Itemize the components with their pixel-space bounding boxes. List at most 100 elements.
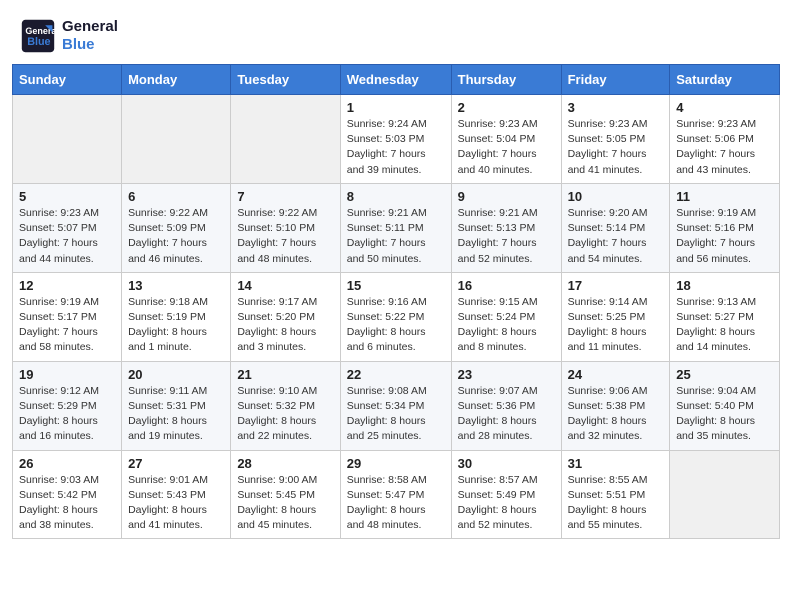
- calendar-wrapper: SundayMondayTuesdayWednesdayThursdayFrid…: [0, 64, 792, 551]
- day-number: 7: [237, 189, 333, 204]
- day-number: 4: [676, 100, 773, 115]
- day-cell: 4 Sunrise: 9:23 AMSunset: 5:06 PMDaylight…: [670, 95, 780, 184]
- day-cell: 29Sunrise: 8:58 AMSunset: 5:47 PMDayligh…: [340, 450, 451, 539]
- day-info: Sunrise: 9:22 AMSunset: 5:10 PMDaylight:…: [237, 206, 333, 267]
- day-header-tuesday: Tuesday: [231, 65, 340, 95]
- day-number: 21: [237, 367, 333, 382]
- day-cell: 15 Sunrise: 9:16 AMSunset: 5:22 PMDayligh…: [340, 272, 451, 361]
- day-cell: 8 Sunrise: 9:21 AMSunset: 5:11 PMDaylight…: [340, 183, 451, 272]
- day-info: Sunrise: 9:04 AMSunset: 5:40 PMDaylight:…: [676, 384, 773, 445]
- day-cell: 1 Sunrise: 9:24 AMSunset: 5:03 PMDaylight…: [340, 95, 451, 184]
- day-header-thursday: Thursday: [451, 65, 561, 95]
- day-cell: 30Sunrise: 8:57 AMSunset: 5:49 PMDayligh…: [451, 450, 561, 539]
- day-number: 3: [568, 100, 664, 115]
- day-info: Sunrise: 9:17 AMSunset: 5:20 PMDaylight:…: [237, 295, 333, 356]
- day-header-wednesday: Wednesday: [340, 65, 451, 95]
- day-cell: [231, 95, 340, 184]
- day-info: Sunrise: 8:57 AMSunset: 5:49 PMDaylight:…: [458, 473, 555, 534]
- day-number: 2: [458, 100, 555, 115]
- day-number: 20: [128, 367, 224, 382]
- logo-icon: General Blue: [20, 18, 56, 54]
- day-info: Sunrise: 9:23 AMSunset: 5:05 PMDaylight:…: [568, 117, 664, 178]
- day-number: 12: [19, 278, 115, 293]
- day-cell: 14 Sunrise: 9:17 AMSunset: 5:20 PMDayligh…: [231, 272, 340, 361]
- calendar-table: SundayMondayTuesdayWednesdayThursdayFrid…: [12, 64, 780, 539]
- day-cell: 24Sunrise: 9:06 AMSunset: 5:38 PMDayligh…: [561, 361, 670, 450]
- day-info: Sunrise: 9:01 AMSunset: 5:43 PMDaylight:…: [128, 473, 224, 534]
- day-number: 13: [128, 278, 224, 293]
- day-number: 24: [568, 367, 664, 382]
- day-number: 6: [128, 189, 224, 204]
- day-info: Sunrise: 9:24 AMSunset: 5:03 PMDaylight:…: [347, 117, 445, 178]
- day-number: 5: [19, 189, 115, 204]
- day-info: Sunrise: 9:13 AMSunset: 5:27 PMDaylight:…: [676, 295, 773, 356]
- day-cell: 22 Sunrise: 9:08 AMSunset: 5:34 PMDayligh…: [340, 361, 451, 450]
- logo-text: General Blue: [62, 18, 118, 54]
- day-info: Sunrise: 9:23 AMSunset: 5:04 PMDaylight:…: [458, 117, 555, 178]
- day-info: Sunrise: 9:23 AMSunset: 5:06 PMDaylight:…: [676, 117, 773, 178]
- logo: General Blue General Blue: [20, 18, 118, 54]
- day-info: Sunrise: 9:12 AMSunset: 5:29 PMDaylight:…: [19, 384, 115, 445]
- day-header-row: SundayMondayTuesdayWednesdayThursdayFrid…: [13, 65, 780, 95]
- day-cell: 31 Sunrise: 8:55 AMSunset: 5:51 PMDayligh…: [561, 450, 670, 539]
- day-cell: 18 Sunrise: 9:13 AMSunset: 5:27 PMDayligh…: [670, 272, 780, 361]
- day-info: Sunrise: 9:08 AMSunset: 5:34 PMDaylight:…: [347, 384, 445, 445]
- day-info: Sunrise: 9:00 AMSunset: 5:45 PMDaylight:…: [237, 473, 333, 534]
- day-info: Sunrise: 9:20 AMSunset: 5:14 PMDaylight:…: [568, 206, 664, 267]
- day-cell: 20 Sunrise: 9:11 AMSunset: 5:31 PMDayligh…: [122, 361, 231, 450]
- day-cell: 25 Sunrise: 9:04 AMSunset: 5:40 PMDayligh…: [670, 361, 780, 450]
- day-header-friday: Friday: [561, 65, 670, 95]
- day-cell: 6Sunrise: 9:22 AMSunset: 5:09 PMDaylight…: [122, 183, 231, 272]
- day-info: Sunrise: 9:21 AMSunset: 5:13 PMDaylight:…: [458, 206, 555, 267]
- day-cell: [670, 450, 780, 539]
- day-cell: 7 Sunrise: 9:22 AMSunset: 5:10 PMDaylight…: [231, 183, 340, 272]
- day-info: Sunrise: 8:58 AMSunset: 5:47 PMDaylight:…: [347, 473, 445, 534]
- day-cell: 13 Sunrise: 9:18 AMSunset: 5:19 PMDayligh…: [122, 272, 231, 361]
- week-row-1: 5Sunrise: 9:23 AMSunset: 5:07 PMDaylight…: [13, 183, 780, 272]
- day-info: Sunrise: 9:11 AMSunset: 5:31 PMDaylight:…: [128, 384, 224, 445]
- day-cell: 10 Sunrise: 9:20 AMSunset: 5:14 PMDayligh…: [561, 183, 670, 272]
- day-cell: 19Sunrise: 9:12 AMSunset: 5:29 PMDayligh…: [13, 361, 122, 450]
- day-number: 9: [458, 189, 555, 204]
- day-info: Sunrise: 9:10 AMSunset: 5:32 PMDaylight:…: [237, 384, 333, 445]
- day-cell: 12Sunrise: 9:19 AMSunset: 5:17 PMDayligh…: [13, 272, 122, 361]
- day-cell: [122, 95, 231, 184]
- day-number: 18: [676, 278, 773, 293]
- day-cell: 9 Sunrise: 9:21 AMSunset: 5:13 PMDaylight…: [451, 183, 561, 272]
- day-info: Sunrise: 8:55 AMSunset: 5:51 PMDaylight:…: [568, 473, 664, 534]
- day-cell: 2 Sunrise: 9:23 AMSunset: 5:04 PMDaylight…: [451, 95, 561, 184]
- day-number: 27: [128, 456, 224, 471]
- day-number: 15: [347, 278, 445, 293]
- day-number: 8: [347, 189, 445, 204]
- day-number: 22: [347, 367, 445, 382]
- day-number: 25: [676, 367, 773, 382]
- day-number: 26: [19, 456, 115, 471]
- week-row-2: 12Sunrise: 9:19 AMSunset: 5:17 PMDayligh…: [13, 272, 780, 361]
- calendar-body: 1 Sunrise: 9:24 AMSunset: 5:03 PMDaylight…: [13, 95, 780, 539]
- day-cell: 21 Sunrise: 9:10 AMSunset: 5:32 PMDayligh…: [231, 361, 340, 450]
- header: General Blue General Blue: [0, 0, 792, 64]
- day-cell: 3 Sunrise: 9:23 AMSunset: 5:05 PMDaylight…: [561, 95, 670, 184]
- day-header-sunday: Sunday: [13, 65, 122, 95]
- day-header-saturday: Saturday: [670, 65, 780, 95]
- day-info: Sunrise: 9:18 AMSunset: 5:19 PMDaylight:…: [128, 295, 224, 356]
- day-info: Sunrise: 9:19 AMSunset: 5:16 PMDaylight:…: [676, 206, 773, 267]
- day-number: 10: [568, 189, 664, 204]
- day-number: 1: [347, 100, 445, 115]
- page: General Blue General Blue SundayMondayTu…: [0, 0, 792, 612]
- day-cell: 16Sunrise: 9:15 AMSunset: 5:24 PMDayligh…: [451, 272, 561, 361]
- day-info: Sunrise: 9:03 AMSunset: 5:42 PMDaylight:…: [19, 473, 115, 534]
- day-number: 14: [237, 278, 333, 293]
- day-number: 31: [568, 456, 664, 471]
- calendar-header: SundayMondayTuesdayWednesdayThursdayFrid…: [13, 65, 780, 95]
- day-cell: 11 Sunrise: 9:19 AMSunset: 5:16 PMDayligh…: [670, 183, 780, 272]
- day-number: 11: [676, 189, 773, 204]
- day-cell: 26 Sunrise: 9:03 AMSunset: 5:42 PMDayligh…: [13, 450, 122, 539]
- day-cell: 27 Sunrise: 9:01 AMSunset: 5:43 PMDayligh…: [122, 450, 231, 539]
- day-info: Sunrise: 9:21 AMSunset: 5:11 PMDaylight:…: [347, 206, 445, 267]
- day-cell: 23Sunrise: 9:07 AMSunset: 5:36 PMDayligh…: [451, 361, 561, 450]
- day-info: Sunrise: 9:16 AMSunset: 5:22 PMDaylight:…: [347, 295, 445, 356]
- day-info: Sunrise: 9:07 AMSunset: 5:36 PMDaylight:…: [458, 384, 555, 445]
- day-info: Sunrise: 9:15 AMSunset: 5:24 PMDaylight:…: [458, 295, 555, 356]
- week-row-3: 19Sunrise: 9:12 AMSunset: 5:29 PMDayligh…: [13, 361, 780, 450]
